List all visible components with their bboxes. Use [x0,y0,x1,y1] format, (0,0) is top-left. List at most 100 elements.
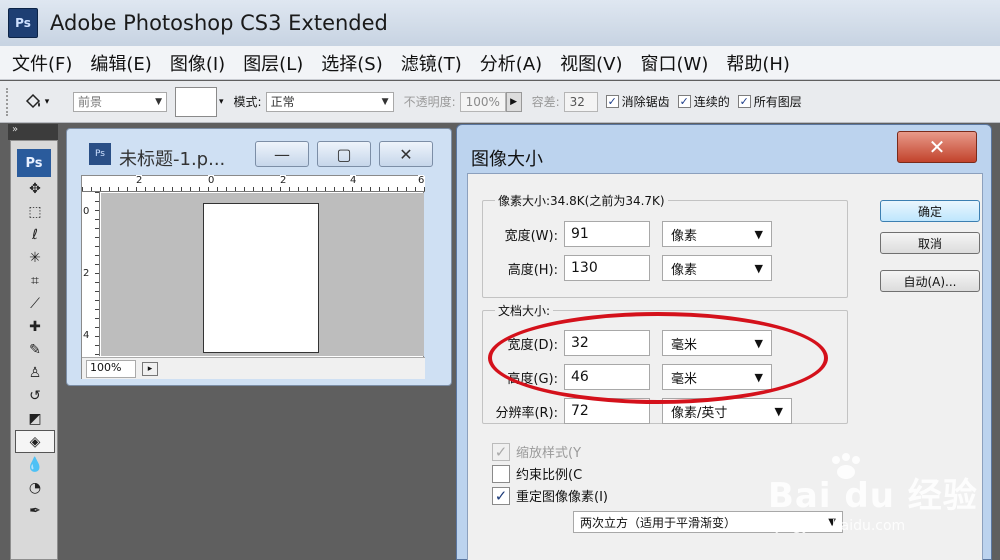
unit-value: 像素/英寸 [671,405,728,421]
dialog-content: 像素大小:34.8K(之前为34.7K) 宽度(W): 91 像素 ▼ 高度(H)… [467,173,983,560]
dialog-close-button[interactable]: ✕ [897,131,977,163]
scale-styles-label: 缩放样式(Y [516,446,582,461]
options-grip[interactable] [6,87,11,116]
pixel-width-input[interactable]: 91 [564,221,650,247]
tolerance-label: 容差: [531,95,560,109]
brush-icon[interactable]: ✎ [15,338,55,361]
pixel-height-input[interactable]: 130 [564,255,650,281]
resample-label: 重定图像像素(I) [516,490,608,505]
app-title: Adobe Photoshop CS3 Extended [50,11,388,35]
image-size-dialog: 图像大小 ✕ 像素大小:34.8K(之前为34.7K) 宽度(W): 91 像素… [456,124,992,560]
collapse-icon: » [12,124,19,135]
menu-help[interactable]: 帮助(H) [726,50,790,76]
resolution-row: 分辨率(R): 72 像素/英寸 ▼ [488,398,792,424]
resolution-unit-select[interactable]: 像素/英寸 ▼ [662,398,792,424]
chevron-down-icon: ▼ [754,261,763,275]
clone-stamp-icon[interactable]: ♙ [15,361,55,384]
pixel-height-label: 高度(H): [507,262,558,278]
menu-view[interactable]: 视图(V) [560,50,622,76]
status-menu-icon[interactable]: ▸ [142,361,158,376]
eraser-icon[interactable]: ◩ [15,407,55,430]
opacity-slider-arrow-icon[interactable]: ▶ [505,91,522,112]
close-icon: ✕ [399,144,413,164]
doc-height-input[interactable]: 46 [564,364,650,390]
doc-width-input[interactable]: 32 [564,330,650,356]
menu-analysis[interactable]: 分析(A) [480,50,542,76]
maximize-icon: ▢ [336,144,352,164]
menu-image[interactable]: 图像(I) [170,50,225,76]
dialog-title: 图像大小 [471,149,543,170]
doc-height-unit-select[interactable]: 毫米 ▼ [662,364,772,390]
unit-value: 像素 [671,228,698,244]
menu-layer[interactable]: 图层(L) [243,50,303,76]
scale-styles-checkbox[interactable]: ✓ [492,442,510,461]
resample-checkbox[interactable]: ✓ [492,486,510,505]
anti-alias-checkbox[interactable]: ✓ [605,95,619,108]
menu-select[interactable]: 选择(S) [321,50,382,76]
document-icon: Ps [89,143,111,165]
constrain-label: 约束比例(C [516,468,583,483]
history-brush-icon[interactable]: ↺ [15,384,55,407]
slice-icon[interactable]: ⟋ [15,292,55,315]
fill-source-select[interactable]: 前景 ▼ [73,91,167,112]
pen-icon[interactable]: ✒ [15,499,55,522]
constrain-proportions-checkbox[interactable] [492,464,510,483]
canvas[interactable] [203,203,319,353]
horizontal-ruler[interactable]: 2 0 2 4 6 [82,175,425,192]
contiguous-checkbox[interactable]: ✓ [677,95,691,108]
zoom-field[interactable]: 100% [86,359,136,378]
cancel-button[interactable]: 取消 [880,232,980,254]
menu-file[interactable]: 文件(F) [12,50,72,76]
pixel-height-unit-select[interactable]: 像素 ▼ [662,255,772,281]
resample-method-select[interactable]: 两次立方（适用于平滑渐变） ▼ [573,511,843,533]
paint-bucket-icon[interactable]: ▾ [19,88,53,116]
opacity-input[interactable]: 100% [459,91,506,112]
mode-select[interactable]: 正常 ▼ [265,91,394,112]
paint-bucket-icon[interactable]: ◈ [15,430,55,453]
maximize-button[interactable]: ▢ [317,141,371,167]
menu-window[interactable]: 窗口(W) [641,50,709,76]
canvas-pasteboard[interactable] [101,193,424,356]
contiguous-label: 连续的 [693,95,730,109]
minimize-button[interactable]: — [255,141,309,167]
unit-value: 毫米 [671,337,698,353]
pixel-width-label: 宽度(W): [504,228,558,244]
chevron-down-icon[interactable]: ▾ [219,97,224,107]
menu-edit[interactable]: 编辑(E) [90,50,151,76]
close-icon: ✕ [928,135,946,159]
all-layers-label: 所有图层 [753,95,802,109]
chevron-down-icon: ▼ [754,227,763,241]
resolution-input[interactable]: 72 [564,398,650,424]
pixel-width-unit-select[interactable]: 像素 ▼ [662,221,772,247]
menu-filter[interactable]: 滤镜(T) [401,50,462,76]
vertical-ruler[interactable]: 0 2 4 [82,192,100,356]
ruler-label: 4 [83,330,90,341]
toolbox-collapse-bar[interactable]: » [8,124,58,140]
lasso-icon[interactable]: ℓ [15,223,55,246]
resolution-label: 分辨率(R): [495,405,558,421]
all-layers-checkbox[interactable]: ✓ [737,95,751,108]
close-document-button[interactable]: ✕ [379,141,433,167]
pattern-swatch[interactable] [175,86,217,117]
dodge-icon[interactable]: ◔ [15,476,55,499]
magic-wand-icon[interactable]: ✳ [15,246,55,269]
ps-badge-icon[interactable]: Ps [17,149,51,177]
ruler-label: 2 [136,175,143,186]
chevron-down-icon: ▼ [754,336,763,350]
doc-height-label: 高度(G): [507,371,558,387]
ok-button[interactable]: 确定 [880,200,980,222]
fill-source-value: 前景 [78,95,103,109]
doc-width-unit-select[interactable]: 毫米 ▼ [662,330,772,356]
options-bar: ▾ 前景 ▼ ▾ 模式: 正常 ▼ 不透明度: 100% ▶ 容差: 32 ✓ … [0,81,1000,123]
crop-icon[interactable]: ⌗ [15,269,55,292]
unit-value: 毫米 [671,371,698,387]
pixel-dimensions-group: 像素大小:34.8K(之前为34.7K) [482,192,848,298]
blur-icon[interactable]: 💧 [15,453,55,476]
ruler-label: 2 [280,175,287,186]
move-icon[interactable]: ✥ [15,177,55,200]
pixel-width-row: 宽度(W): 91 像素 ▼ [488,221,772,247]
healing-icon[interactable]: ✚ [15,315,55,338]
auto-button[interactable]: 自动(A)... [880,270,980,292]
tolerance-input[interactable]: 32 [563,91,598,112]
marquee-icon[interactable]: ⬚ [15,200,55,223]
